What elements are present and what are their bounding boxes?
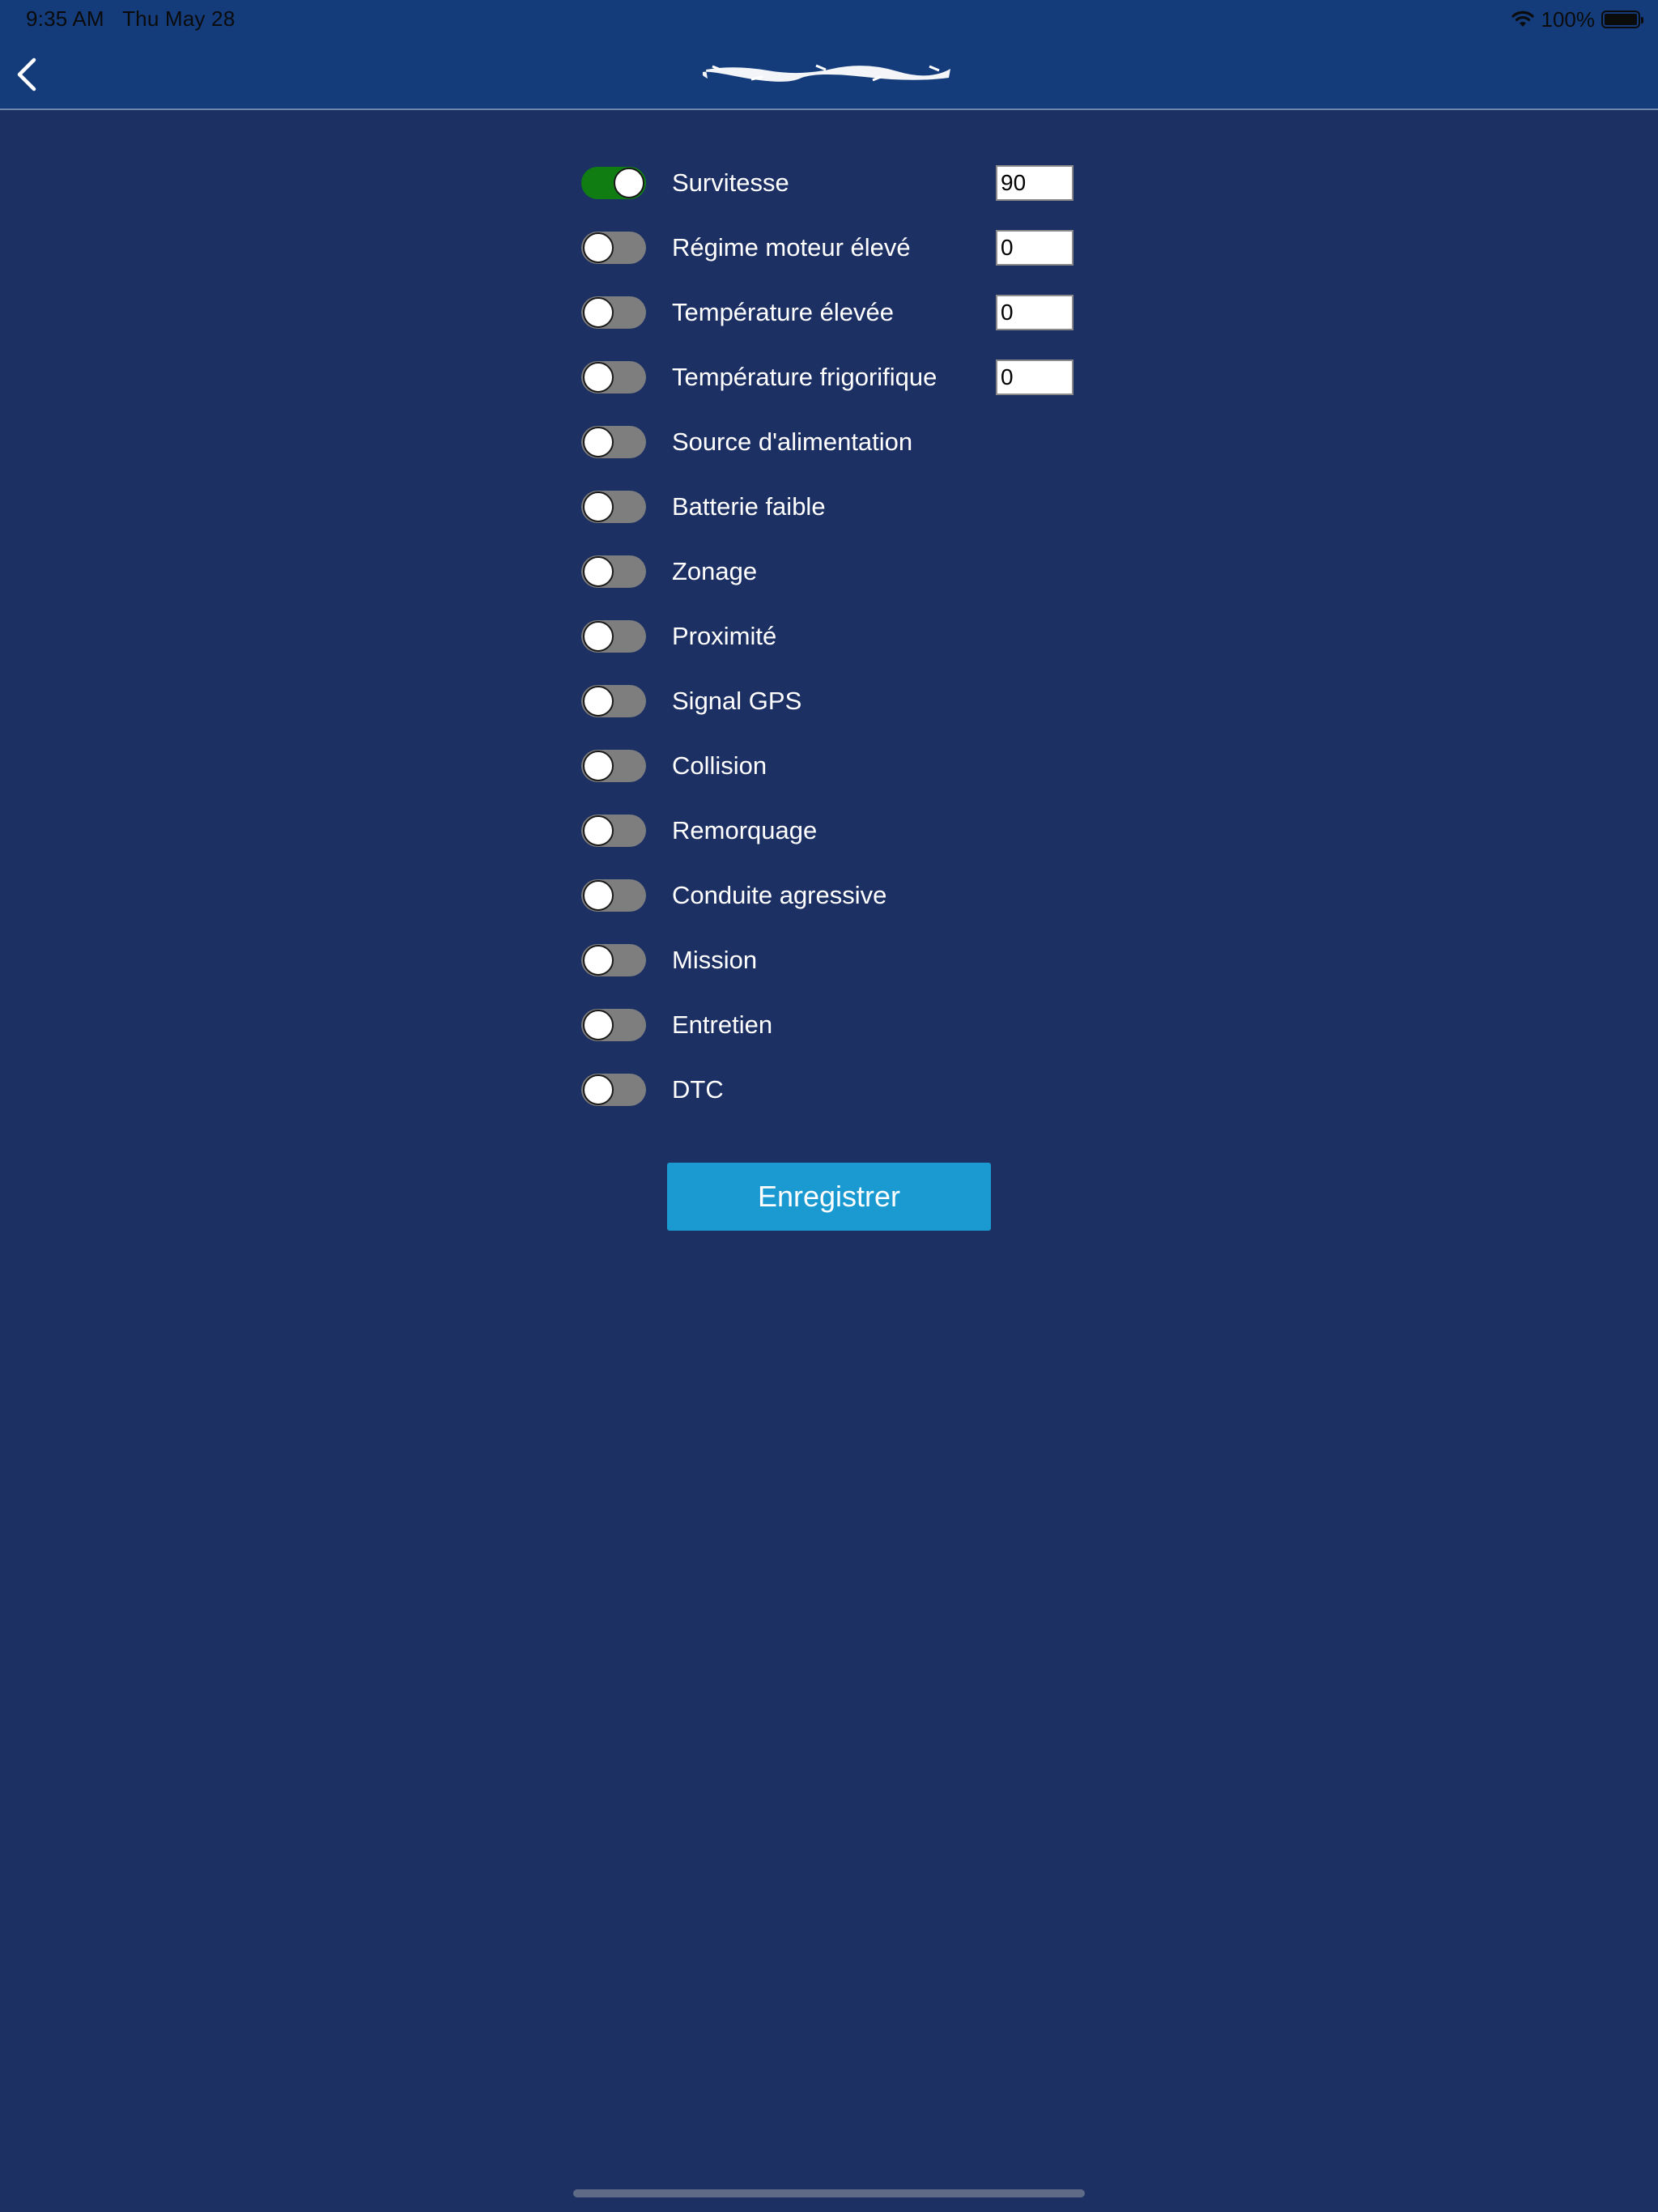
setting-toggle[interactable] xyxy=(581,426,646,458)
toggle-knob xyxy=(583,945,614,976)
setting-toggle[interactable] xyxy=(581,232,646,264)
toggle-knob xyxy=(583,880,614,911)
toggle-knob xyxy=(583,232,614,263)
battery-level xyxy=(1605,14,1637,25)
setting-label: Remorquage xyxy=(672,816,818,844)
toggle-knob xyxy=(583,815,614,846)
setting-label: Signal GPS xyxy=(672,687,802,715)
setting-row: Température frigorifique xyxy=(581,345,1083,410)
setting-row: Collision xyxy=(581,734,1083,798)
setting-toggle[interactable] xyxy=(581,296,646,329)
setting-toggle[interactable] xyxy=(581,491,646,523)
setting-toggle[interactable] xyxy=(581,1009,646,1041)
battery-percentage: 100% xyxy=(1541,6,1596,32)
setting-row: Survitesse xyxy=(581,151,1083,215)
setting-label: Température frigorifique xyxy=(672,363,937,391)
status-clock: 9:35 AM xyxy=(26,6,104,31)
setting-toggle[interactable] xyxy=(581,750,646,782)
setting-row: Régime moteur élevé xyxy=(581,215,1083,280)
setting-toggle[interactable] xyxy=(581,879,646,912)
toggle-knob xyxy=(583,491,614,522)
setting-label: Source d'alimentation xyxy=(672,428,913,456)
toggle-knob xyxy=(583,686,614,717)
back-button[interactable] xyxy=(11,53,47,96)
setting-toggle[interactable] xyxy=(581,555,646,588)
setting-toggle[interactable] xyxy=(581,361,646,393)
setting-row: DTC xyxy=(581,1057,1083,1122)
toggle-knob xyxy=(583,1010,614,1040)
toggle-knob xyxy=(583,621,614,652)
toggle-knob xyxy=(583,751,614,781)
alert-settings-list: Survitesse Régime moteur élevé Température… xyxy=(581,151,1083,1122)
setting-label: DTC xyxy=(672,1075,724,1104)
threshold-input[interactable] xyxy=(996,359,1073,395)
status-time: 9:35 AM Thu May 28 xyxy=(26,6,235,32)
setting-label: Zonage xyxy=(672,557,758,585)
status-date: Thu May 28 xyxy=(122,6,236,31)
toggle-knob xyxy=(614,168,644,198)
setting-label: Batterie faible xyxy=(672,492,826,521)
setting-row: Zonage xyxy=(581,539,1083,604)
threshold-input[interactable] xyxy=(996,230,1073,266)
battery-icon xyxy=(1601,11,1643,28)
home-indicator xyxy=(573,2189,1085,2197)
setting-label: Régime moteur élevé xyxy=(672,233,911,262)
threshold-input[interactable] xyxy=(996,165,1073,201)
setting-label: Entretien xyxy=(672,1010,773,1039)
setting-toggle[interactable] xyxy=(581,620,646,653)
redacted-title xyxy=(703,64,950,82)
setting-row: Proximité xyxy=(581,604,1083,669)
setting-row: Batterie faible xyxy=(581,474,1083,539)
setting-row: Signal GPS xyxy=(581,669,1083,734)
setting-toggle[interactable] xyxy=(581,815,646,847)
threshold-input[interactable] xyxy=(996,295,1073,330)
setting-label: Conduite agressive xyxy=(672,881,887,909)
toggle-knob xyxy=(583,297,614,328)
setting-row: Température élevée xyxy=(581,280,1083,345)
status-indicators: 100% xyxy=(1511,6,1643,32)
setting-toggle[interactable] xyxy=(581,685,646,717)
setting-toggle[interactable] xyxy=(581,167,646,199)
navigation-header: 9:35 AM Thu May 28 100% xyxy=(0,0,1658,110)
wifi-icon xyxy=(1511,11,1534,27)
save-button[interactable]: Enregistrer xyxy=(667,1163,991,1231)
setting-toggle[interactable] xyxy=(581,944,646,976)
setting-label: Collision xyxy=(672,751,767,780)
chevron-left-icon xyxy=(17,57,36,91)
setting-row: Entretien xyxy=(581,993,1083,1057)
battery-cap xyxy=(1641,17,1643,23)
setting-row: Source d'alimentation xyxy=(581,410,1083,474)
setting-row: Mission xyxy=(581,928,1083,993)
setting-label: Mission xyxy=(672,946,758,974)
toggle-knob xyxy=(583,1074,614,1105)
toggle-knob xyxy=(583,427,614,457)
setting-row: Conduite agressive xyxy=(581,863,1083,928)
setting-label: Proximité xyxy=(672,622,777,650)
setting-label: Survitesse xyxy=(672,168,789,197)
toggle-knob xyxy=(583,362,614,393)
setting-toggle[interactable] xyxy=(581,1074,646,1106)
toggle-knob xyxy=(583,556,614,587)
setting-label: Température élevée xyxy=(672,298,894,326)
setting-row: Remorquage xyxy=(581,798,1083,863)
